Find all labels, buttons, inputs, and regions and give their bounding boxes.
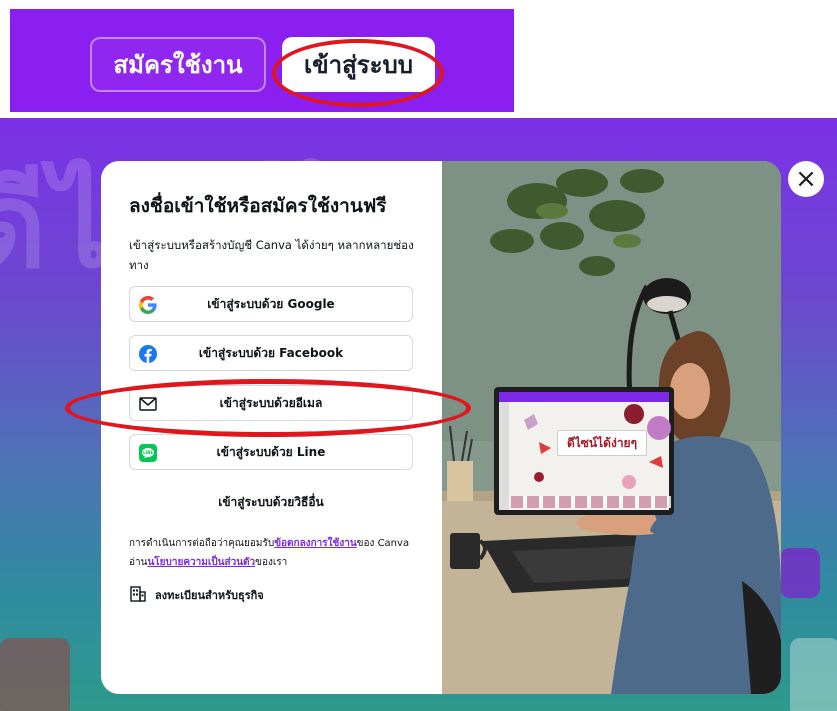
close-icon[interactable]: × bbox=[788, 161, 824, 197]
business-signup-label: ลงทะเบียนสำหรับธุรกิจ bbox=[155, 589, 264, 602]
terms-prefix: การดำเนินการต่อถือว่าคุณยอมรับ bbox=[129, 538, 275, 549]
facebook-icon bbox=[138, 344, 158, 364]
background-tile bbox=[780, 548, 820, 598]
login-button[interactable]: เข้าสู่ระบบ bbox=[282, 37, 435, 92]
line-icon: LINE bbox=[138, 443, 158, 463]
screen-banner-text: ดีไซน์ได้ง่ายๆ bbox=[557, 430, 647, 456]
modal-subtitle: เข้าสู่ระบบหรือสร้างบัญชี Canva ได้ง่ายๆ… bbox=[129, 238, 414, 272]
background-tile bbox=[0, 638, 70, 711]
google-login-label: เข้าสู่ระบบด้วย Google bbox=[207, 296, 335, 311]
building-icon bbox=[129, 585, 147, 606]
other-login-link[interactable]: เข้าสู่ระบบด้วยวิธีอื่น bbox=[129, 493, 413, 515]
terms-suffix: ของเรา bbox=[255, 557, 288, 568]
screen-toolbar bbox=[499, 392, 669, 402]
modal-title: ลงชื่อเข้าใช้หรือสมัครใช้งานฟรี bbox=[129, 195, 387, 217]
facebook-login-button[interactable]: เข้าสู่ระบบด้วย Facebook bbox=[129, 335, 413, 371]
terms-text: การดำเนินการต่อถือว่าคุณยอมรับข้อตกลงการ… bbox=[129, 534, 419, 572]
svg-text:LINE: LINE bbox=[143, 450, 153, 455]
line-login-label: เข้าสู่ระบบด้วย Line bbox=[216, 444, 326, 459]
facebook-login-label: เข้าสู่ระบบด้วย Facebook bbox=[198, 345, 344, 360]
laptop-screen: ดีไซน์ได้ง่ายๆ bbox=[494, 387, 674, 515]
screen-thumbnails bbox=[511, 496, 671, 508]
top-header-strip: สมัครใช้งาน เข้าสู่ระบบ bbox=[10, 9, 514, 112]
screen-sidebar bbox=[499, 402, 509, 510]
mail-icon bbox=[138, 394, 158, 414]
business-signup-link[interactable]: ลงทะเบียนสำหรับธุรกิจ bbox=[129, 585, 264, 605]
signup-button[interactable]: สมัครใช้งาน bbox=[90, 37, 266, 92]
terms-of-use-link[interactable]: ข้อตกลงการใช้งาน bbox=[274, 538, 356, 549]
illustration-photo: ดีไซน์ได้ง่ายๆ bbox=[442, 161, 781, 694]
login-modal: ลงชื่อเข้าใช้หรือสมัครใช้งานฟรี เข้าสู่ร… bbox=[101, 161, 781, 694]
email-login-button[interactable]: เข้าสู่ระบบด้วยอีเมล bbox=[129, 385, 413, 421]
google-icon bbox=[138, 295, 158, 315]
google-login-button[interactable]: เข้าสู่ระบบด้วย Google bbox=[129, 286, 413, 322]
modal-left-panel: ลงชื่อเข้าใช้หรือสมัครใช้งานฟรี เข้าสู่ร… bbox=[101, 161, 442, 694]
background-tile bbox=[790, 638, 837, 711]
email-login-label: เข้าสู่ระบบด้วยอีเมล bbox=[219, 395, 323, 410]
line-login-button[interactable]: LINE เข้าสู่ระบบด้วย Line bbox=[129, 434, 413, 470]
privacy-policy-link[interactable]: นโยบายความเป็นส่วนตัว bbox=[147, 557, 255, 568]
